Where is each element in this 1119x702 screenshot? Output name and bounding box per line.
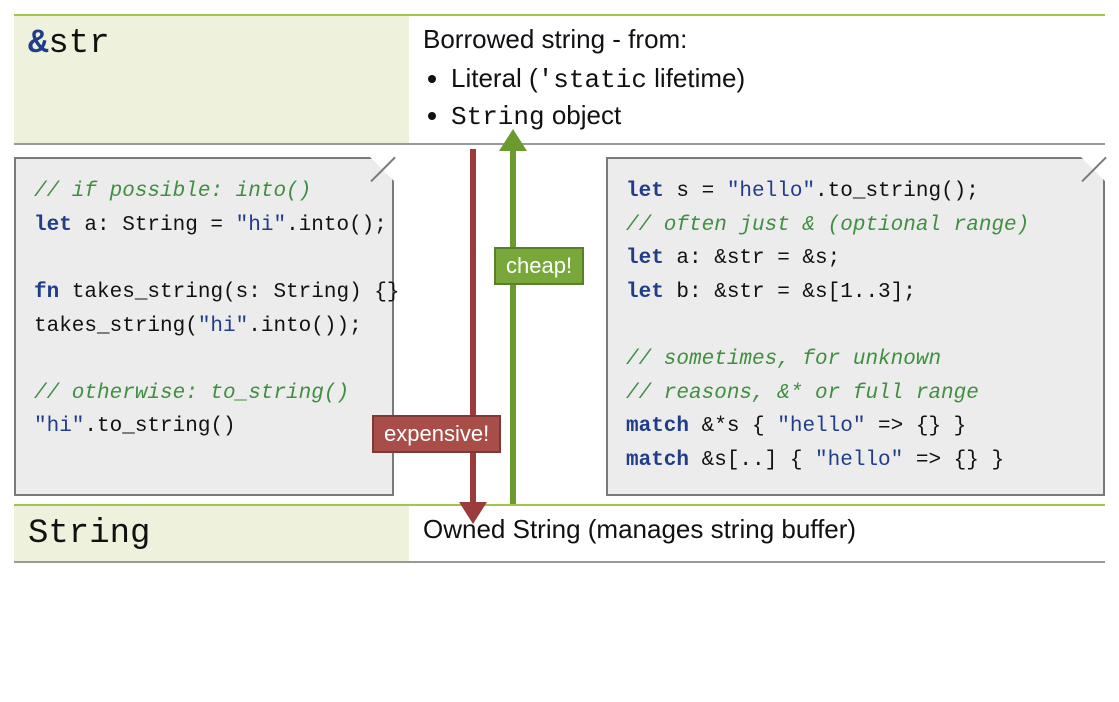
- up-arrow-head-icon: [499, 129, 527, 151]
- arrows-area: cheap! expensive!: [394, 157, 594, 495]
- cheap-arrow: [510, 149, 516, 503]
- string-type-cell: String: [14, 506, 409, 561]
- borrowed-list: Literal ('static lifetime) String object: [423, 61, 1091, 135]
- borrowed-title: Borrowed string - from:: [423, 22, 1091, 57]
- str-type-cell: &str: [14, 16, 409, 143]
- comment-tostring: // otherwise: to_string(): [34, 382, 349, 405]
- bullet-string-obj: String object: [451, 98, 1091, 135]
- down-arrow-head-icon: [459, 502, 487, 524]
- ampersand: &: [28, 25, 48, 63]
- right-code-box: let s = "hello".to_string(); // often ju…: [606, 157, 1105, 495]
- owned-desc: Owned String (manages string buffer): [423, 512, 1091, 547]
- bullet-literal: Literal ('static lifetime): [451, 61, 1091, 98]
- string-desc: Owned String (manages string buffer): [409, 506, 1105, 561]
- expensive-tag: expensive!: [372, 415, 501, 453]
- string-type-name: String: [28, 515, 150, 553]
- comment-into: // if possible: into(): [34, 180, 311, 203]
- left-code-box: // if possible: into() let a: String = "…: [14, 157, 394, 495]
- comment-sometimes1: // sometimes, for unknown: [626, 348, 941, 371]
- str-type-name: str: [48, 25, 109, 63]
- comment-sometimes2: // reasons, &* or full range: [626, 382, 979, 405]
- str-desc: Borrowed string - from: Literal ('static…: [409, 16, 1105, 143]
- cheap-tag: cheap!: [494, 247, 584, 285]
- string-row: String Owned String (manages string buff…: [14, 504, 1105, 563]
- middle-section: // if possible: into() let a: String = "…: [14, 157, 1105, 495]
- str-row: &str Borrowed string - from: Literal ('s…: [14, 14, 1105, 145]
- comment-often-amp: // often just & (optional range): [626, 214, 1029, 237]
